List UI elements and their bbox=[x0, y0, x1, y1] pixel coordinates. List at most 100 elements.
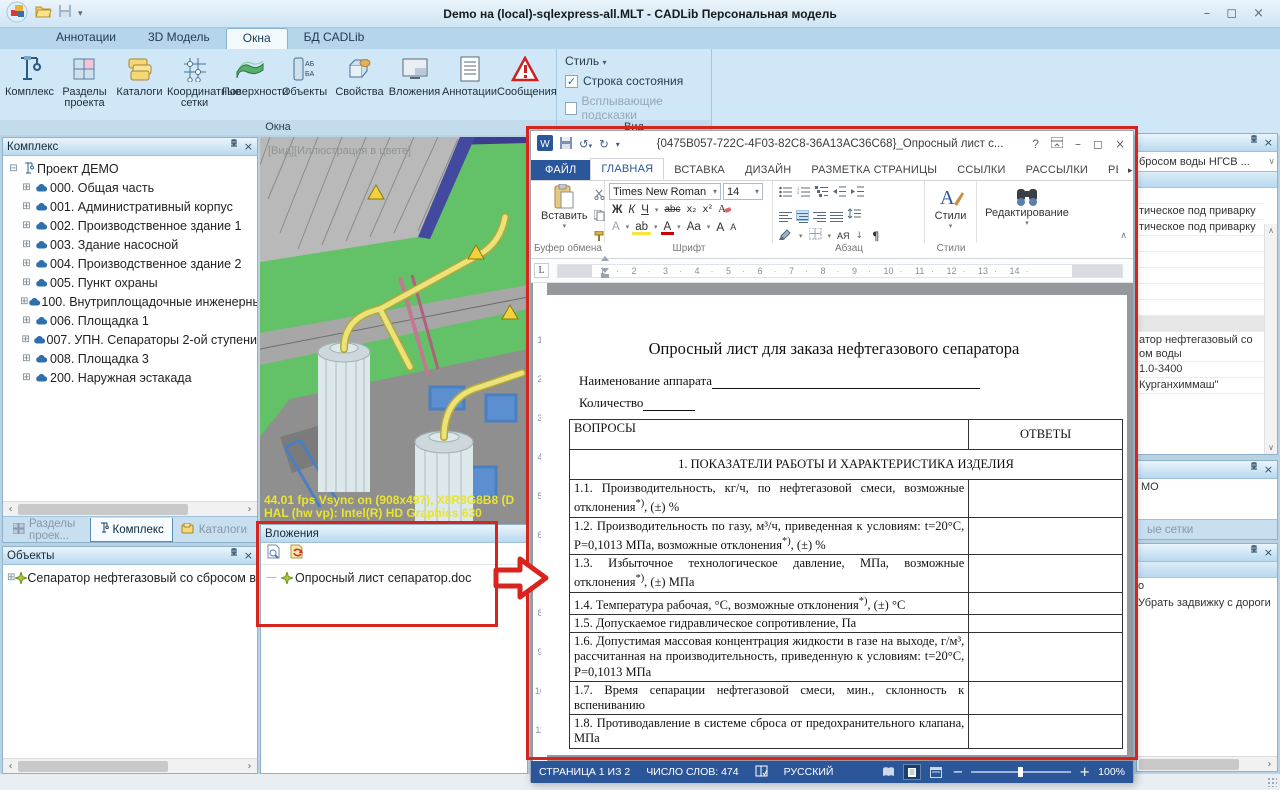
word-qat-dropdown-icon[interactable]: ▾ bbox=[616, 140, 620, 149]
complex-hscrollbar[interactable]: ‹› bbox=[3, 501, 257, 516]
word-minimize-button[interactable]: – bbox=[1075, 137, 1081, 151]
tree-item[interactable]: ⊞003. Здание насосной bbox=[7, 235, 257, 254]
word-tab-ВСТАВКА[interactable]: ВСТАВКА bbox=[664, 160, 735, 180]
expand-icon[interactable]: ⊞ bbox=[20, 315, 33, 326]
pin-icon[interactable] bbox=[1250, 461, 1258, 479]
word-tab-ДИЗАЙН[interactable]: ДИЗАЙН bbox=[735, 160, 801, 180]
style-dropdown[interactable]: Стиль ▾ bbox=[565, 54, 703, 68]
font-name-combo[interactable]: Times New Roman▾ bbox=[609, 183, 721, 200]
pilcrow-button[interactable]: ¶ bbox=[869, 228, 882, 244]
styles-button[interactable]: A Стили▾ bbox=[929, 183, 972, 231]
subscript-button[interactable]: x₂ bbox=[684, 202, 700, 218]
close-icon[interactable]: × bbox=[1264, 544, 1273, 562]
bold-button[interactable]: Ж bbox=[609, 202, 625, 218]
word-tab-РАЗМЕТКА СТРАНИЦЫ[interactable]: РАЗМЕТКА СТРАНИЦЫ bbox=[801, 160, 947, 180]
property-row[interactable]: 1.0-3400 bbox=[1137, 362, 1264, 378]
ribbon-button-Комплекс[interactable]: Комплекс bbox=[2, 52, 57, 98]
grow-font-button[interactable]: А bbox=[713, 219, 727, 235]
status-bar-checkbox[interactable]: ✓ Строка состояния bbox=[565, 74, 703, 88]
answer-cell[interactable] bbox=[969, 592, 1123, 614]
zoom-slider[interactable] bbox=[971, 771, 1071, 773]
dock-tab-Комплекс[interactable]: Комплекс bbox=[90, 518, 173, 542]
clear-format-icon[interactable]: A bbox=[715, 202, 734, 218]
property-row[interactable]: Курганхиммаш" bbox=[1137, 378, 1264, 394]
property-row[interactable]: тическое под приварку bbox=[1137, 220, 1264, 236]
property-row[interactable]: атор нефтегазовый со ом воды bbox=[1137, 332, 1264, 362]
redo-icon[interactable]: ↻ bbox=[599, 137, 609, 151]
open-icon[interactable] bbox=[35, 4, 52, 23]
3d-viewport[interactable]: [Вид][Иллюстрация в цвете] 44.01 fps Vsy… bbox=[260, 137, 528, 524]
preview-document-icon[interactable] bbox=[266, 544, 281, 564]
superscript-button[interactable]: x² bbox=[699, 202, 715, 218]
object-selector-dropdown[interactable]: бросом воды НГСВ ...∨ bbox=[1137, 152, 1277, 172]
tree-item[interactable]: ⊞100. Внутриплощадочные инженерны bbox=[7, 292, 257, 311]
highlight-button[interactable]: ab bbox=[632, 219, 651, 235]
app-tab-Окна[interactable]: Окна bbox=[226, 28, 288, 49]
tasks-hscrollbar[interactable]: › bbox=[1137, 756, 1277, 771]
pin-icon[interactable] bbox=[1250, 134, 1258, 152]
task-item[interactable]: о bbox=[1137, 580, 1277, 597]
align-center-icon[interactable] bbox=[796, 210, 809, 221]
pin-icon[interactable] bbox=[1250, 544, 1258, 562]
word-maximize-button[interactable]: ◻ bbox=[1093, 137, 1103, 151]
task-item[interactable]: Убрать задвижку с дороги bbox=[1137, 597, 1277, 614]
expand-icon[interactable]: ⊞ bbox=[20, 353, 33, 364]
word-tab-ССЫЛКИ[interactable]: ССЫЛКИ bbox=[947, 160, 1015, 180]
strikethrough-button[interactable]: abc bbox=[661, 202, 683, 218]
answer-cell[interactable] bbox=[969, 480, 1123, 518]
shading-icon[interactable] bbox=[779, 227, 793, 245]
undo-icon[interactable]: ↺▾ bbox=[579, 137, 592, 151]
document-area[interactable]: 1234567891011 Опросный лист для заказа н… bbox=[531, 283, 1133, 761]
close-icon[interactable]: × bbox=[244, 547, 253, 565]
ribbon-button-Аннотации[interactable]: Аннотации bbox=[442, 52, 497, 98]
document-page[interactable]: Опросный лист для заказа нефтегазового с… bbox=[541, 295, 1127, 755]
expand-icon[interactable]: ⊞ bbox=[20, 258, 33, 269]
pin-icon[interactable] bbox=[230, 547, 238, 565]
answer-cell[interactable] bbox=[969, 715, 1123, 748]
proofing-icon[interactable] bbox=[755, 765, 768, 780]
collapse-ribbon-icon[interactable]: ∧ bbox=[1120, 231, 1127, 241]
align-left-icon[interactable] bbox=[779, 210, 792, 221]
answer-cell[interactable] bbox=[969, 555, 1123, 593]
tree-item[interactable]: ⊞000. Общая часть bbox=[7, 178, 257, 197]
word-tab-ГЛАВНАЯ[interactable]: ГЛАВНАЯ bbox=[590, 158, 664, 180]
property-row[interactable] bbox=[1137, 316, 1264, 332]
pin-icon[interactable] bbox=[230, 138, 238, 156]
expander-icon[interactable]: ⊞ bbox=[7, 572, 15, 583]
language-indicator[interactable]: РУССКИЙ bbox=[784, 766, 834, 778]
text-effects-button[interactable]: А bbox=[609, 219, 623, 235]
property-row[interactable]: тическое под приварку bbox=[1137, 204, 1264, 220]
dock-tab-Каталоги[interactable]: Каталоги bbox=[173, 518, 255, 542]
zoom-in-button[interactable]: + bbox=[1079, 765, 1090, 780]
property-row[interactable] bbox=[1137, 252, 1264, 268]
ribbon-display-icon[interactable] bbox=[1051, 137, 1063, 151]
tree-item[interactable]: ⊞200. Наружная эстакада bbox=[7, 368, 257, 387]
expand-icon[interactable]: ⊞ bbox=[20, 372, 33, 383]
answer-cell[interactable] bbox=[969, 517, 1123, 555]
ribbon-button-Объекты[interactable]: АББАОбъекты bbox=[277, 52, 332, 98]
expand-icon[interactable]: ⊞ bbox=[20, 334, 32, 345]
underline-button[interactable]: Ч bbox=[638, 202, 652, 218]
property-row[interactable] bbox=[1137, 188, 1264, 204]
tab-overflow-icon[interactable]: ▸ bbox=[1118, 162, 1143, 180]
tree-item[interactable]: ⊞007. УПН. Сепараторы 2-ой ступени bbox=[7, 330, 257, 349]
underline-dropdown-icon[interactable]: ▾ bbox=[652, 202, 662, 218]
read-mode-icon[interactable] bbox=[880, 765, 896, 779]
tree-item[interactable]: ⊞004. Производственное здание 2 bbox=[7, 254, 257, 273]
answer-cell[interactable] bbox=[969, 633, 1123, 682]
app-minimize-button[interactable]: – bbox=[1204, 6, 1211, 21]
ribbon-button-Вложения[interactable]: Вложения bbox=[387, 52, 442, 98]
font-color-button[interactable]: А bbox=[661, 219, 675, 235]
expand-icon[interactable]: ⊞ bbox=[20, 182, 33, 193]
word-tab-РАССЫЛКИ[interactable]: РАССЫЛКИ bbox=[1016, 160, 1098, 180]
tab-grids[interactable]: ые сетки bbox=[1139, 521, 1201, 539]
italic-button[interactable]: К bbox=[625, 202, 638, 218]
app-tab-3D Модель[interactable]: 3D Модель bbox=[132, 28, 226, 49]
expand-icon[interactable]: ⊞ bbox=[20, 220, 33, 231]
tree-item[interactable]: ⊞006. Площадка 1 bbox=[7, 311, 257, 330]
tree-item[interactable]: ⊞001. Административный корпус bbox=[7, 197, 257, 216]
borders-icon[interactable] bbox=[809, 227, 822, 245]
ribbon-button-Разделы проекта[interactable]: Разделы проекта bbox=[57, 52, 112, 109]
resize-grip[interactable] bbox=[1267, 777, 1277, 787]
ribbon-button-Сообщения[interactable]: Сообщения bbox=[497, 52, 552, 98]
